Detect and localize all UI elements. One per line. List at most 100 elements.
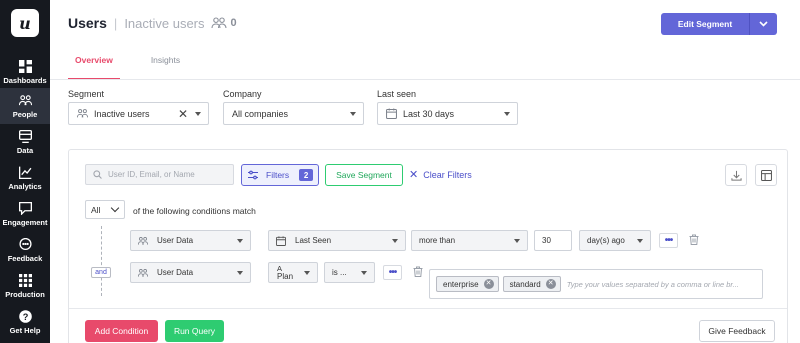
values-placeholder: Type your values separated by a comma or…	[566, 279, 739, 289]
run-query-button[interactable]: Run Query	[165, 320, 224, 342]
condition-1-delete-button[interactable]	[689, 234, 699, 245]
match-value: All	[91, 204, 101, 215]
main-content: Users | Inactive users 0 Edit Segment Ov…	[50, 0, 800, 343]
segment-title: Inactive users	[124, 15, 205, 31]
remove-tag-icon[interactable]: ✕	[545, 279, 556, 289]
sidebar-item-dashboards[interactable]: Dashboards	[0, 54, 50, 90]
filters-label: Filters	[266, 170, 290, 180]
clear-filters-button[interactable]: ✕ Clear Filters	[409, 168, 472, 181]
sidebar-item-label: Feedback	[7, 253, 43, 263]
condition-field-value: Plan	[277, 271, 294, 281]
sidebar-item-production[interactable]: Production	[0, 268, 50, 304]
give-feedback-button[interactable]: Give Feedback	[699, 320, 775, 342]
segment-select[interactable]: Inactive users ✕	[68, 102, 209, 125]
chevron-down-icon	[392, 239, 398, 243]
sliders-icon	[248, 170, 258, 180]
tag-label: enterprise	[443, 279, 479, 289]
more-icon: •••	[388, 267, 397, 278]
sidebar-item-feedback[interactable]: Feedback	[0, 232, 50, 268]
chevron-down-icon	[759, 21, 768, 27]
sidebar-item-get-help[interactable]: ? Get Help	[0, 304, 50, 340]
sidebar-item-label: Get Help	[9, 325, 41, 335]
clear-filters-label: Clear Filters	[423, 170, 472, 180]
condition-1-field-select[interactable]: Last Seen	[268, 230, 406, 251]
tabs-divider	[50, 79, 800, 80]
search-placeholder: User ID, Email, or Name	[108, 170, 195, 179]
sidebar: u Dashboards People Data Analytics Engag…	[0, 0, 50, 343]
download-button[interactable]	[725, 164, 747, 186]
columns-button[interactable]	[755, 164, 777, 186]
condition-source-value: User Data	[157, 236, 194, 245]
last-seen-select[interactable]: Last 30 days	[377, 102, 518, 125]
remove-tag-icon[interactable]: ✕	[483, 279, 494, 289]
condition-operator-value: more than	[419, 236, 456, 245]
table-columns-icon	[760, 169, 772, 181]
condition-value: 30	[542, 236, 551, 245]
clear-segment-icon[interactable]: ✕	[178, 108, 188, 120]
chevron-down-icon	[304, 271, 310, 275]
sidebar-item-data[interactable]: Data	[0, 124, 50, 160]
company-select[interactable]: All companies	[223, 102, 364, 125]
chevron-down-icon	[110, 203, 120, 213]
condition-1-source-select[interactable]: User Data	[130, 230, 251, 251]
production-icon	[18, 273, 32, 287]
condition-source-value: User Data	[157, 268, 194, 277]
condition-2-values-input[interactable]: enterprise ✕ standard ✕ Type your values…	[429, 269, 763, 299]
close-icon: ✕	[409, 168, 419, 181]
condition-2-delete-button[interactable]	[413, 266, 423, 277]
add-condition-button[interactable]: Add Condition	[85, 320, 158, 342]
chevron-down-icon	[514, 239, 520, 243]
users-icon	[138, 268, 148, 277]
segment-label: Segment	[68, 89, 105, 99]
sidebar-item-engagement[interactable]: Engagement	[0, 196, 50, 232]
users-icon	[138, 236, 148, 245]
query-builder-panel: User ID, Email, or Name Filters 2 Save S…	[68, 149, 788, 343]
condition-1-operator-select[interactable]: more than	[411, 230, 528, 251]
save-segment-button[interactable]: Save Segment	[325, 164, 403, 186]
value-tag[interactable]: enterprise ✕	[436, 276, 499, 292]
title-separator: |	[113, 15, 118, 31]
chevron-down-icon	[195, 112, 201, 116]
condition-2-operator-select[interactable]: is ...	[324, 262, 375, 283]
chevron-down-icon	[350, 112, 356, 116]
engagement-icon	[18, 201, 32, 215]
condition-field-value: Last Seen	[295, 236, 332, 245]
calendar-icon	[386, 108, 397, 119]
condition-operator-value: is ...	[332, 268, 347, 277]
user-search-input[interactable]: User ID, Email, or Name	[85, 164, 234, 185]
match-description: of the following conditions match	[133, 206, 256, 216]
condition-1-more-button[interactable]: •••	[659, 233, 678, 248]
chevron-down-icon	[361, 271, 367, 275]
edit-segment-label: Edit Segment	[677, 19, 733, 29]
condition-2-more-button[interactable]: •••	[383, 265, 402, 280]
condition-1-unit-select[interactable]: day(s) ago	[579, 230, 651, 251]
and-operator-badge[interactable]: and	[91, 267, 111, 278]
help-icon: ?	[18, 309, 32, 323]
tab-insights[interactable]: Insights	[144, 46, 187, 80]
download-icon	[730, 170, 742, 181]
sidebar-item-people[interactable]: People	[0, 88, 50, 124]
calendar-icon	[276, 235, 286, 246]
edit-segment-dropdown[interactable]	[749, 13, 777, 35]
tab-bar: Overview Insights	[68, 46, 211, 80]
company-label: Company	[223, 89, 262, 99]
condition-unit-value: day(s) ago	[587, 236, 625, 245]
app-logo[interactable]: u	[11, 9, 39, 37]
sidebar-item-analytics[interactable]: Analytics	[0, 160, 50, 196]
last-seen-label: Last seen	[377, 89, 417, 99]
sidebar-item-label: Dashboards	[3, 75, 47, 85]
filters-button[interactable]: Filters 2	[241, 164, 319, 186]
filters-count-badge: 2	[299, 169, 314, 181]
condition-2-field-select[interactable]: A Plan	[268, 262, 318, 283]
sidebar-item-label: Data	[16, 145, 34, 155]
condition-2-source-select[interactable]: User Data	[130, 262, 251, 283]
chevron-down-icon	[237, 271, 243, 275]
data-icon	[18, 129, 32, 143]
panel-divider	[69, 308, 787, 309]
match-select[interactable]: All	[85, 200, 125, 219]
edit-segment-button[interactable]: Edit Segment	[661, 13, 777, 35]
condition-1-value-input[interactable]: 30	[534, 230, 572, 251]
value-tag[interactable]: standard ✕	[502, 276, 561, 292]
tab-overview[interactable]: Overview	[68, 46, 120, 80]
trash-icon	[689, 234, 699, 245]
